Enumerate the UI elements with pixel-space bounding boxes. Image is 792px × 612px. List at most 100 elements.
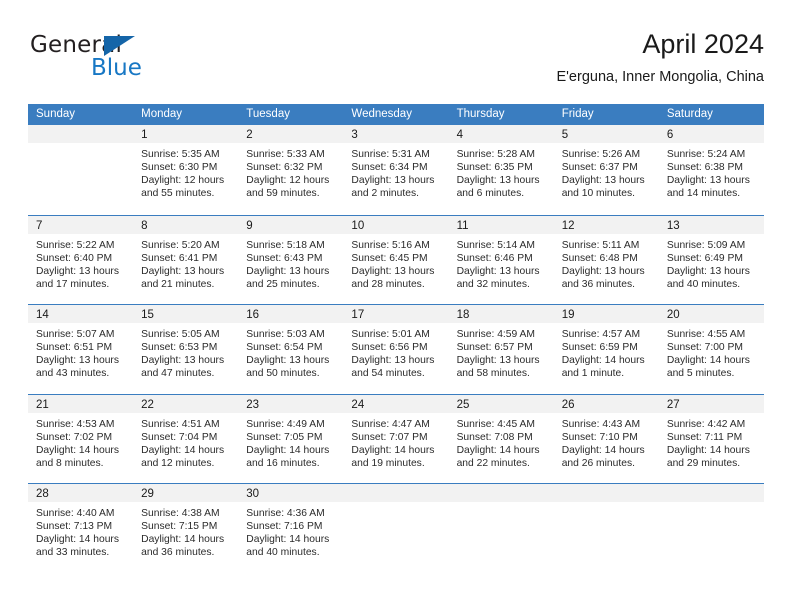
day-cell[interactable]: 12 Sunrise: 5:11 AM Sunset: 6:48 PM Dayligh…: [553, 215, 659, 305]
day-number: 1: [141, 129, 148, 141]
daylight-text-line2: and 21 minutes.: [141, 278, 215, 290]
day-cell[interactable]: 24 Sunrise: 4:47 AM Sunset: 7:07 PM Dayligh…: [343, 394, 449, 484]
day-cell[interactable]: 23 Sunrise: 4:49 AM Sunset: 7:05 PM Dayligh…: [238, 394, 344, 484]
sunset-text: Sunset: 6:45 PM: [351, 252, 428, 264]
sunset-text: Sunset: 6:51 PM: [36, 342, 113, 354]
sunrise-text: Sunrise: 4:57 AM: [561, 329, 641, 340]
day-cell[interactable]: 27 Sunrise: 4:42 AM Sunset: 7:11 PM Dayligh…: [658, 394, 764, 484]
daylight-text-line1: Daylight: 13 hours: [351, 355, 435, 367]
logo-text-blue: Blue: [91, 55, 142, 81]
day-cell[interactable]: 19 Sunrise: 4:57 AM Sunset: 6:59 PM Dayligh…: [553, 305, 659, 394]
day-number: 20: [666, 309, 680, 321]
weekday-header-row: Sunday Monday Tuesday Wednesday Thursday Frid…: [28, 104, 764, 125]
calendar-weeks: 1 Sunrise: 5:35 AM Sunset: 6:30 PM Daylight…: [28, 125, 764, 573]
day-details: Sunrise: 5:18 AM Sunset: 6:43 PM Daylight:…: [238, 234, 343, 291]
day-cell[interactable]: 7 Sunrise: 5:22 AM Sunset: 6:40 PM Daylight…: [28, 215, 134, 305]
day-number-band: 12: [553, 215, 659, 234]
day-number-band: [658, 484, 764, 502]
daylight-text-line2: and 40 minutes.: [246, 547, 320, 559]
day-number-band: 28: [28, 484, 134, 502]
day-cell[interactable]: 21 Sunrise: 4:53 AM Sunset: 7:02 PM Dayligh…: [28, 394, 134, 484]
day-cell[interactable]: 13 Sunrise: 5:09 AM Sunset: 6:49 PM Dayligh…: [658, 215, 764, 305]
daylight-text-line2: and 32 minutes.: [456, 278, 530, 290]
daylight-text-line2: and 36 minutes.: [141, 547, 215, 559]
day-cell[interactable]: 4 Sunrise: 5:28 AM Sunset: 6:35 PM Daylight…: [448, 125, 554, 215]
day-cell[interactable]: 16 Sunrise: 5:03 AM Sunset: 6:54 PM Dayligh…: [238, 305, 344, 394]
daylight-text-line2: and 2 minutes.: [351, 188, 419, 200]
day-cell[interactable]: 5 Sunrise: 5:26 AM Sunset: 6:37 PM Daylight…: [553, 125, 659, 215]
day-number: 11: [456, 219, 469, 232]
logo-triangle-icon: [104, 36, 135, 56]
day-number-band: 15: [133, 305, 239, 323]
daylight-text-line2: and 6 minutes.: [456, 188, 525, 200]
day-number: 19: [561, 309, 575, 321]
day-details: Sunrise: 4:59 AM Sunset: 6:57 PM Daylight:…: [449, 323, 554, 380]
day-number-band: 4: [448, 125, 554, 143]
day-cell[interactable]: 1 Sunrise: 5:35 AM Sunset: 6:30 PM Daylight…: [133, 125, 239, 215]
day-number: 22: [141, 398, 154, 411]
day-cell[interactable]: 9 Sunrise: 5:18 AM Sunset: 6:43 PM Daylight…: [238, 215, 344, 305]
title-block: April 2024 E'erguna, Inner Mongolia, Chi…: [556, 28, 764, 86]
general-blue-logo[interactable]: General Blue: [30, 32, 170, 90]
day-number: 3: [351, 129, 358, 141]
day-number: 23: [246, 398, 260, 411]
day-cell[interactable]: 8 Sunrise: 5:20 AM Sunset: 6:41 PM Daylight…: [133, 215, 239, 305]
sunrise-text: Sunrise: 4:43 AM: [561, 418, 641, 430]
daylight-text-line1: Daylight: 13 hours: [351, 175, 435, 187]
day-number-band: 14: [28, 305, 134, 323]
sunset-text: Sunset: 7:13 PM: [36, 521, 113, 533]
day-cell[interactable]: 6 Sunrise: 5:24 AM Sunset: 6:38 PM Daylight…: [658, 125, 764, 215]
sunset-text: Sunset: 6:57 PM: [456, 342, 533, 354]
daylight-text-line2: and 10 minutes.: [561, 188, 635, 200]
day-number: 24: [351, 398, 365, 411]
sunset-text: Sunset: 6:38 PM: [666, 162, 743, 174]
day-number: 7: [36, 219, 43, 232]
page-header: General Blue April 2024 E'erguna, Inner …: [28, 28, 764, 96]
day-number-band: 2: [238, 125, 344, 143]
sunset-text: Sunset: 6:34 PM: [351, 162, 428, 174]
calendar-week-row: 14 Sunrise: 5:07 AM Sunset: 6:51 PM Dayligh…: [28, 304, 764, 394]
day-details: Sunrise: 4:53 AM Sunset: 7:02 PM Daylight:…: [28, 413, 133, 470]
day-cell[interactable]: 26 Sunrise: 4:43 AM Sunset: 7:10 PM Dayligh…: [553, 394, 659, 484]
daylight-text-line1: Daylight: 13 hours: [456, 175, 540, 187]
sunrise-text: Sunrise: 5:24 AM: [666, 149, 746, 160]
day-cell[interactable]: 18 Sunrise: 4:59 AM Sunset: 6:57 PM Dayligh…: [448, 305, 554, 394]
day-number-band: 22: [133, 394, 239, 413]
daylight-text-line2: and 22 minutes.: [456, 457, 530, 469]
day-cell[interactable]: 14 Sunrise: 5:07 AM Sunset: 6:51 PM Dayligh…: [28, 305, 134, 394]
daylight-text-line2: and 16 minutes.: [246, 457, 320, 469]
day-cell[interactable]: 11 Sunrise: 5:14 AM Sunset: 6:46 PM Dayligh…: [448, 215, 554, 305]
weekday-header-sunday: Sunday: [36, 108, 76, 120]
day-number-band: 16: [238, 305, 344, 323]
day-number-band: 19: [553, 305, 659, 323]
day-cell[interactable]: 10 Sunrise: 5:16 AM Sunset: 6:45 PM Dayligh…: [343, 215, 449, 305]
sunset-text: Sunset: 6:59 PM: [561, 342, 638, 354]
daylight-text-line2: and 36 minutes.: [561, 278, 635, 290]
day-cell[interactable]: 3 Sunrise: 5:31 AM Sunset: 6:34 PM Daylight…: [343, 125, 449, 215]
page-title: April 2024: [642, 29, 764, 59]
day-details: Sunrise: 5:33 AM Sunset: 6:32 PM Daylight:…: [238, 143, 343, 200]
day-number: 13: [666, 219, 680, 232]
day-number-band: 1: [133, 125, 239, 143]
day-number-band: 3: [343, 125, 449, 143]
day-number-band: [28, 125, 134, 143]
day-cell[interactable]: 17 Sunrise: 5:01 AM Sunset: 6:56 PM Dayligh…: [343, 305, 449, 394]
sunrise-text: Sunrise: 4:38 AM: [141, 508, 220, 519]
day-cell[interactable]: 30 Sunrise: 4:36 AM Sunset: 7:16 PM Dayligh…: [238, 484, 344, 573]
day-details: Sunrise: 4:49 AM Sunset: 7:05 PM Daylight:…: [238, 413, 343, 470]
day-cell[interactable]: 20 Sunrise: 4:55 AM Sunset: 7:00 PM Dayligh…: [658, 305, 764, 394]
daylight-text-line1: Daylight: 13 hours: [456, 355, 540, 367]
day-details: Sunrise: 4:40 AM Sunset: 7:13 PM Daylight:…: [28, 502, 133, 559]
day-cell[interactable]: 29 Sunrise: 4:38 AM Sunset: 7:15 PM Dayligh…: [133, 484, 239, 573]
sunset-text: Sunset: 6:54 PM: [246, 342, 323, 354]
day-cell[interactable]: 28 Sunrise: 4:40 AM Sunset: 7:13 PM Dayligh…: [28, 484, 134, 573]
day-cell[interactable]: 22 Sunrise: 4:51 AM Sunset: 7:04 PM Dayligh…: [133, 394, 239, 484]
day-cell[interactable]: 25 Sunrise: 4:45 AM Sunset: 7:08 PM Dayligh…: [448, 394, 554, 484]
day-number-band: 21: [28, 394, 134, 413]
daylight-text-line1: Daylight: 14 hours: [561, 355, 645, 367]
daylight-text-line1: Daylight: 14 hours: [36, 444, 119, 456]
day-cell[interactable]: 15 Sunrise: 5:05 AM Sunset: 6:53 PM Dayligh…: [133, 305, 239, 394]
daylight-text-line2: and 28 minutes.: [351, 278, 425, 290]
day-cell[interactable]: 2 Sunrise: 5:33 AM Sunset: 6:32 PM Daylight…: [238, 125, 344, 215]
sunset-text: Sunset: 6:35 PM: [456, 162, 533, 174]
